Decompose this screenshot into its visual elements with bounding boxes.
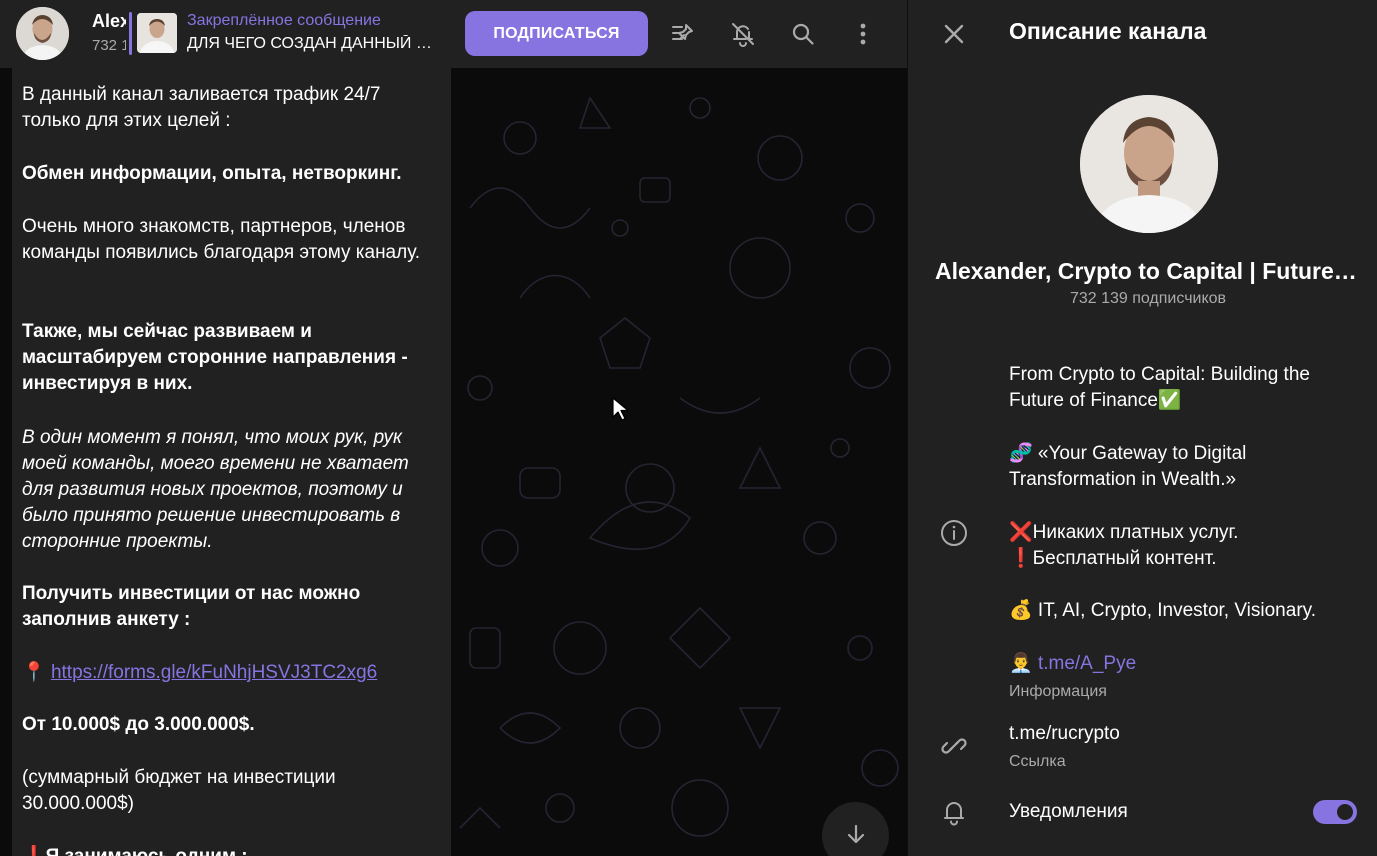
message-paragraph: В данный канал заливается трафик 24/7 то…: [22, 84, 381, 131]
search-icon[interactable]: [783, 14, 823, 54]
channel-link[interactable]: t.me/rucrypto: [1009, 721, 1359, 747]
profile-avatar[interactable]: [1080, 95, 1218, 233]
office-worker-emoji: 👨‍💼: [1009, 653, 1033, 674]
channel-avatar[interactable]: [16, 7, 69, 60]
notifications-toggle[interactable]: [1313, 800, 1357, 824]
exclamation-mark-emoji: ❗: [1009, 548, 1033, 569]
channel-info-panel: Описание канала Alexander, Crypto to Cap…: [907, 0, 1377, 856]
description-line: ❗Бесплатный контент.: [1009, 546, 1359, 572]
bell-icon: [938, 796, 970, 828]
link-icon: [938, 730, 970, 762]
message-paragraph-bold: Обмен информации, опыта, нетворкинг.: [22, 163, 402, 184]
panel-title: Описание канала: [1009, 18, 1207, 44]
info-icon: [938, 517, 970, 549]
message-paragraph-bold: ❗Я занимаюсь одним :: [22, 844, 442, 856]
description-line: From Crypto to Capital: Building the Fut…: [1009, 364, 1310, 411]
more-vertical-icon[interactable]: [843, 14, 883, 54]
arrow-down-icon: [847, 824, 864, 844]
pinned-list-icon[interactable]: [663, 14, 703, 54]
forms-link[interactable]: https://forms.gle/kFuNhjHSVJ3TC2xg6: [51, 662, 377, 683]
profile-name: Alexander, Crypto to Capital | Future of…: [935, 258, 1360, 284]
notifications-label: Уведомления: [1009, 801, 1128, 822]
message-paragraph-bold: Также, мы сейчас развиваем и масштабируе…: [22, 321, 408, 394]
subscribe-button[interactable]: ПОДПИСАТЬСЯ: [465, 11, 648, 56]
close-icon[interactable]: [934, 14, 974, 54]
message-paragraph-bold: От 10.000$ до 3.000.000$.: [22, 714, 255, 735]
description-line: ❌Никаких платных услуг.: [1009, 520, 1359, 546]
pinned-message-label[interactable]: Закреплённое сообщение: [187, 12, 381, 30]
pinned-message-text[interactable]: ДЛЯ ЧЕГО СОЗДАН ДАННЫЙ КАНАЛ: [187, 35, 437, 53]
chat-header[interactable]: Alexander, Crypto to Capital | Future of…: [0, 0, 907, 68]
description-text: Бесплатный контент.: [1032, 548, 1217, 569]
channel-subscriber-count: 732 139 подписчиков: [92, 37, 126, 54]
channel-title[interactable]: Alexander, Crypto to Capital | Future of…: [92, 11, 126, 32]
chat-area: Alexander, Crypto to Capital | Future of…: [0, 0, 907, 856]
toggle-knob: [1335, 802, 1355, 822]
message-bubble[interactable]: В данный канал заливается трафик 24/7 то…: [12, 68, 451, 856]
description-text: Никаких платных услуг.: [1032, 522, 1239, 543]
round-pushpin-emoji: 📍: [22, 662, 46, 683]
pinned-message-thumbnail[interactable]: [137, 13, 177, 53]
description-line: 💰 IT, AI, Crypto, Investor, Visionary.: [1009, 600, 1317, 621]
message-paragraph: (суммарный бюджет на инвестиции 30.000.0…: [22, 767, 336, 814]
profile-subscriber-count: 732 139 подписчиков: [1069, 290, 1227, 307]
mouse-cursor: [612, 397, 628, 421]
cross-mark-emoji: ❌: [1009, 522, 1033, 543]
message-link-line: 📍 https://forms.gle/kFuNhjHSVJ3TC2xg6: [22, 660, 442, 686]
contact-line: 👨‍💼 t.me/A_Pye: [1009, 651, 1359, 677]
info-label: Информация: [1009, 683, 1107, 700]
link-label: Ссылка: [1009, 753, 1066, 770]
message-paragraph-bold: Получить инвестиции от нас можно заполни…: [22, 583, 361, 630]
description-line: 🧬 «Your Gateway to Digital Transformatio…: [1009, 443, 1247, 490]
contact-link[interactable]: t.me/A_Pye: [1038, 653, 1136, 674]
message-paragraph: Очень много знакомств, партнеров, членов…: [22, 216, 421, 263]
message-paragraph-italic: В один момент я понял, что моих рук, рук…: [22, 427, 409, 552]
pinned-indicator-bar: [129, 12, 132, 55]
mute-bell-icon[interactable]: [723, 14, 763, 54]
